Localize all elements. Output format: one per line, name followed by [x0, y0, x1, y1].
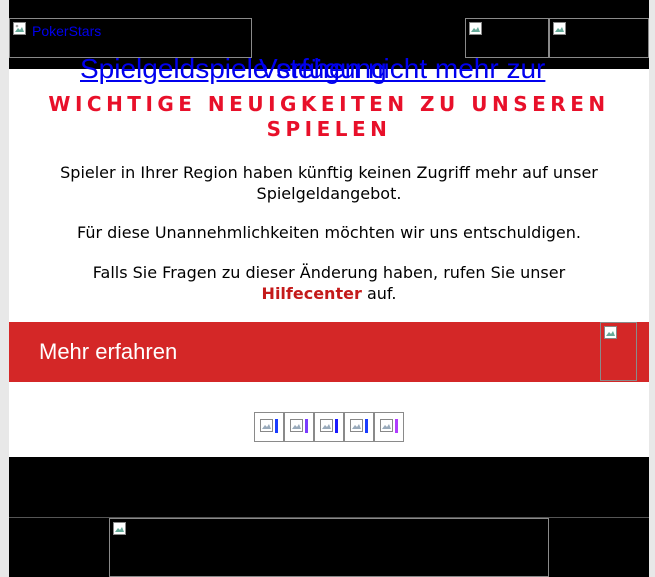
broken-image-icon	[260, 419, 273, 432]
broken-image-icon	[469, 22, 482, 35]
header-image-2[interactable]	[549, 18, 649, 58]
paragraph-help-tail: auf.	[366, 284, 397, 303]
header-image-1[interactable]	[465, 18, 549, 58]
alt-text-fragment	[305, 419, 308, 433]
broken-image-icon	[320, 419, 333, 432]
broken-image-icon	[604, 326, 617, 339]
alt-text-fragment	[275, 419, 278, 433]
broken-image-icon	[113, 522, 126, 535]
facebook-icon[interactable]	[254, 412, 284, 442]
twitch-icon[interactable]	[374, 412, 404, 442]
title-link[interactable]: Spielgeldspiele stehen nicht mehr zur Ve…	[9, 53, 649, 89]
title-link-text-b[interactable]: Verfügung	[259, 53, 387, 85]
cta-image	[600, 322, 637, 381]
twitter-icon[interactable]	[284, 412, 314, 442]
headline: WICHTIGE NEUIGKEITEN ZU UNSEREN SPIELEN	[48, 92, 610, 141]
paragraph-help-text: Falls Sie Fragen zu dieser Änderung habe…	[92, 263, 566, 282]
youtube-icon[interactable]	[314, 412, 344, 442]
pokerstars-logo[interactable]: PokerStars	[9, 18, 252, 58]
help-center-link[interactable]: Hilfecenter	[262, 284, 362, 303]
learn-more-button[interactable]: Mehr erfahren	[39, 339, 177, 365]
paragraph-apology: Für diese Unannehmlichkeiten möchten wir…	[76, 223, 581, 242]
learn-more-banner[interactable]: Mehr erfahren	[9, 322, 649, 382]
footer	[9, 457, 649, 577]
broken-image-icon	[350, 419, 363, 432]
instagram-icon[interactable]	[344, 412, 374, 442]
logo-alt-text: PokerStars	[32, 23, 102, 39]
broken-image-icon	[553, 22, 566, 35]
alt-text-fragment	[335, 419, 338, 433]
alt-text-fragment	[395, 419, 398, 433]
paragraph-region: Spieler in Ihrer Region haben künftig ke…	[60, 163, 598, 203]
social-links	[254, 412, 404, 442]
email-page: PokerStars Spielgeldspiele stehen nicht …	[9, 0, 649, 577]
alt-text-fragment	[365, 419, 368, 433]
broken-image-icon	[290, 419, 303, 432]
broken-image-icon	[13, 22, 26, 35]
broken-image-icon	[380, 419, 393, 432]
paragraph-help: Falls Sie Fragen zu dieser Änderung habe…	[29, 262, 629, 304]
footer-image	[109, 518, 549, 577]
